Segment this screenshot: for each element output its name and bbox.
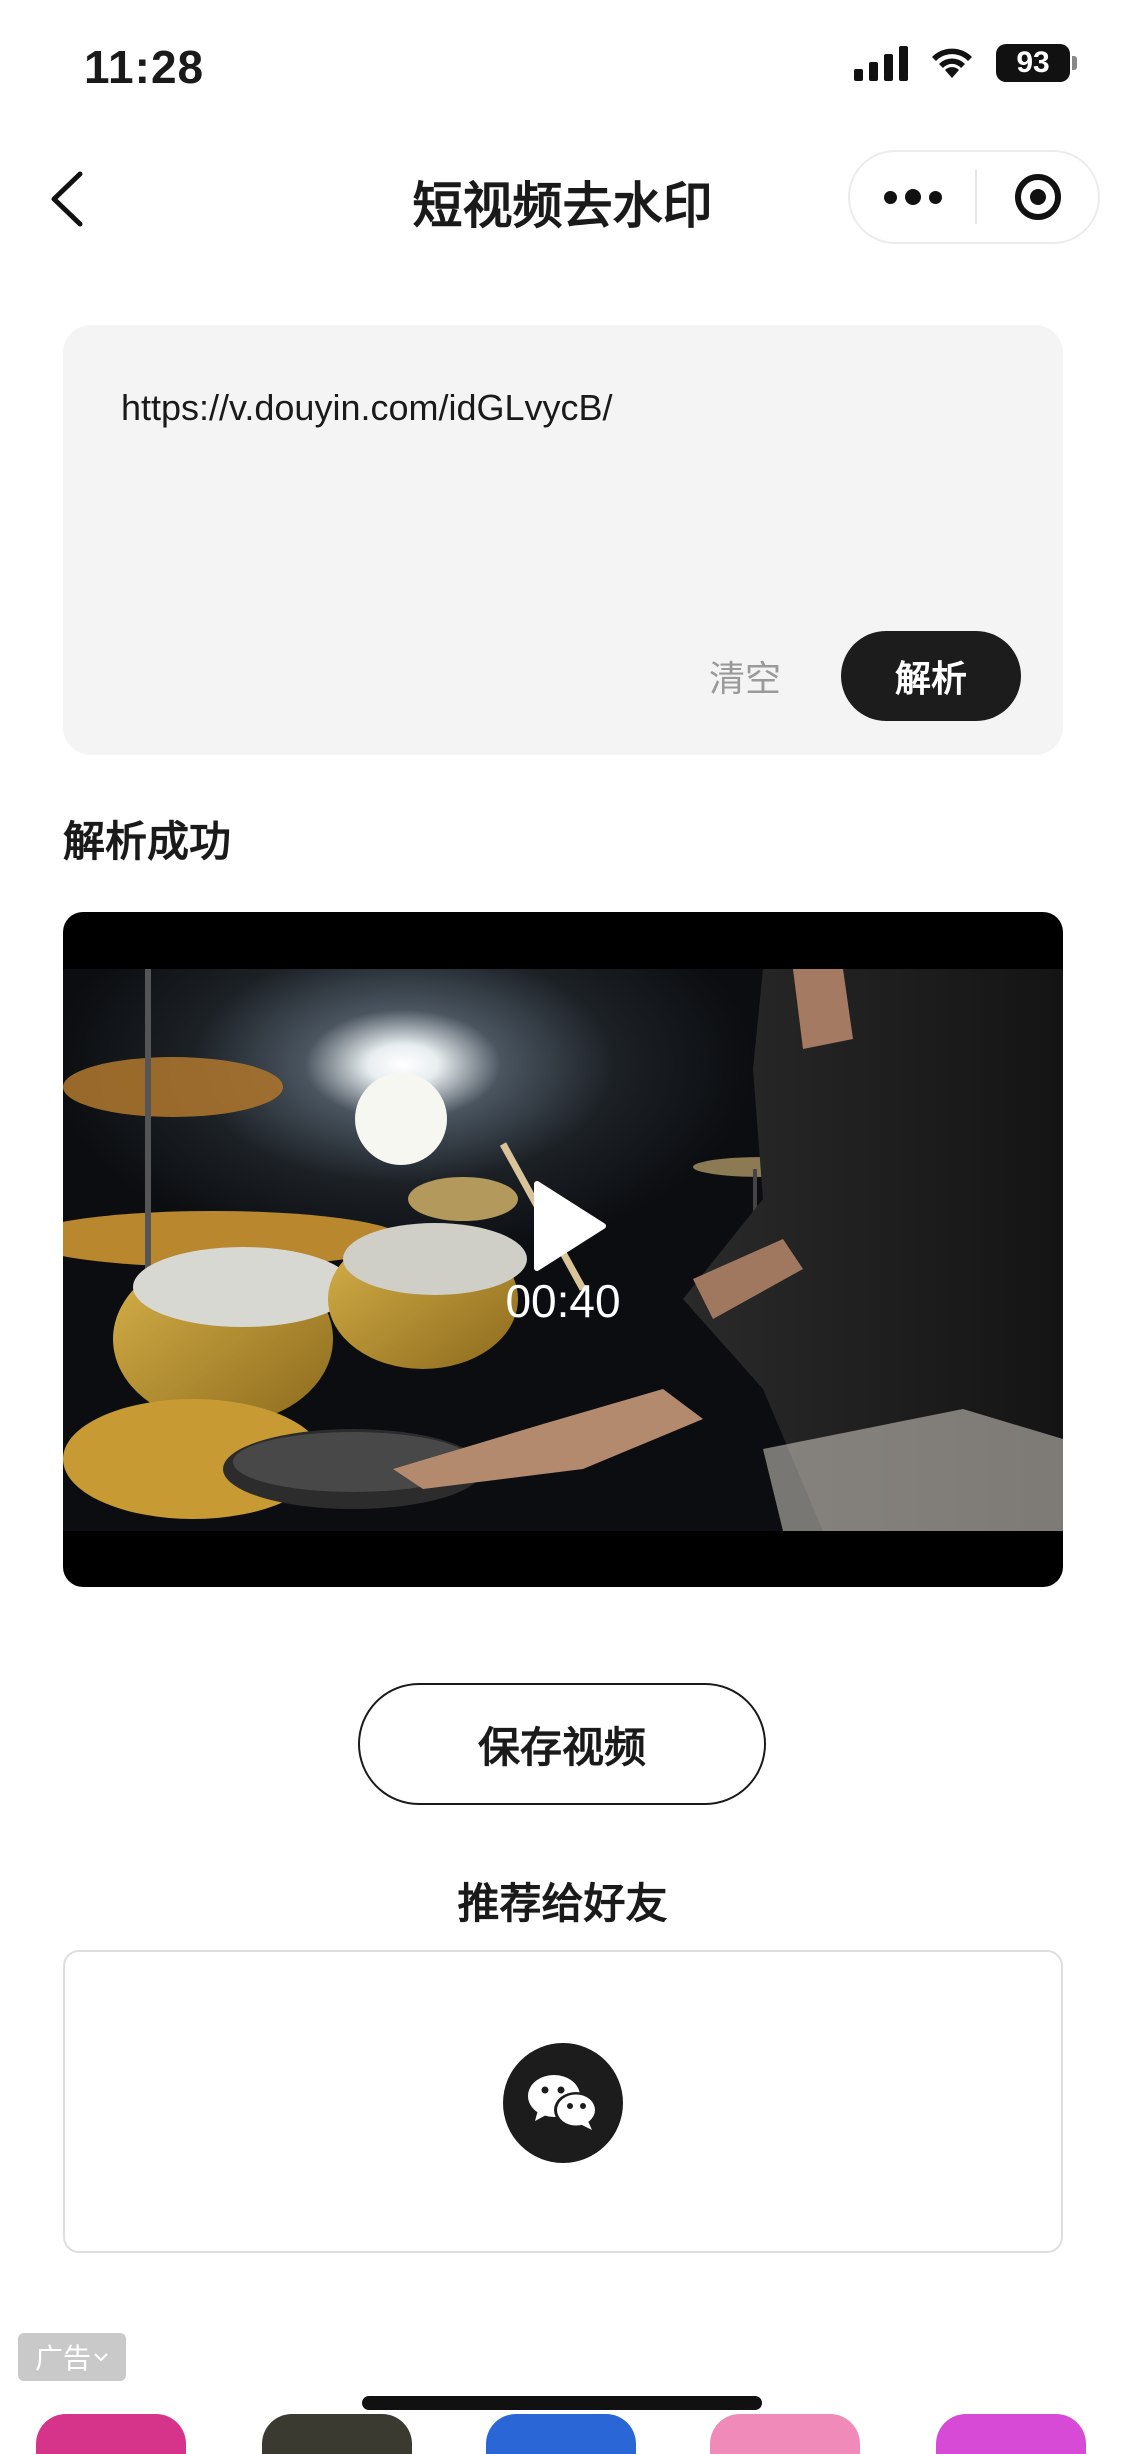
battery-icon: 93	[996, 44, 1077, 82]
ad-thumbnail[interactable]	[486, 2414, 636, 2454]
mini-program-capsule	[848, 150, 1100, 244]
recommend-heading: 推荐给好友	[457, 1880, 668, 1927]
url-input-card[interactable]: https://v.douyin.com/idGLvycB/ 清空 解析	[63, 325, 1063, 755]
play-icon[interactable]	[531, 1180, 607, 1272]
ad-thumbnail[interactable]	[936, 2414, 1086, 2454]
target-close-icon	[1014, 174, 1061, 220]
ad-thumbnail[interactable]	[262, 2414, 412, 2454]
status-indicators: 93	[854, 44, 1077, 82]
result-status-label: 解析成功	[63, 818, 232, 865]
wechat-share-button[interactable]	[503, 2043, 623, 2163]
clear-button[interactable]: 清空	[709, 650, 781, 702]
close-mini-program-button[interactable]	[977, 152, 1098, 242]
more-button[interactable]	[850, 152, 975, 242]
ad-thumbnail[interactable]	[710, 2414, 860, 2454]
url-input[interactable]: https://v.douyin.com/idGLvycB/	[121, 387, 613, 429]
wifi-icon	[932, 48, 972, 78]
home-indicator	[362, 2396, 762, 2410]
more-dots-icon	[883, 190, 897, 204]
share-card	[63, 1950, 1063, 2253]
ad-label: 广告	[34, 2343, 91, 2374]
ad-banner-strip[interactable]	[0, 2410, 1125, 2454]
status-time: 11:28	[84, 41, 205, 93]
battery-level: 93	[996, 44, 1070, 82]
video-player[interactable]: 00:40	[63, 912, 1063, 1587]
cellular-signal-icon	[854, 45, 908, 81]
wechat-icon	[528, 2075, 598, 2130]
ad-badge[interactable]: 广告	[18, 2333, 126, 2381]
chevron-down-icon	[94, 2353, 108, 2362]
video-duration: 00:40	[505, 1275, 621, 1327]
save-video-button[interactable]: 保存视频	[358, 1683, 766, 1805]
ad-thumbnail[interactable]	[36, 2414, 186, 2454]
parse-button[interactable]: 解析	[841, 631, 1021, 721]
